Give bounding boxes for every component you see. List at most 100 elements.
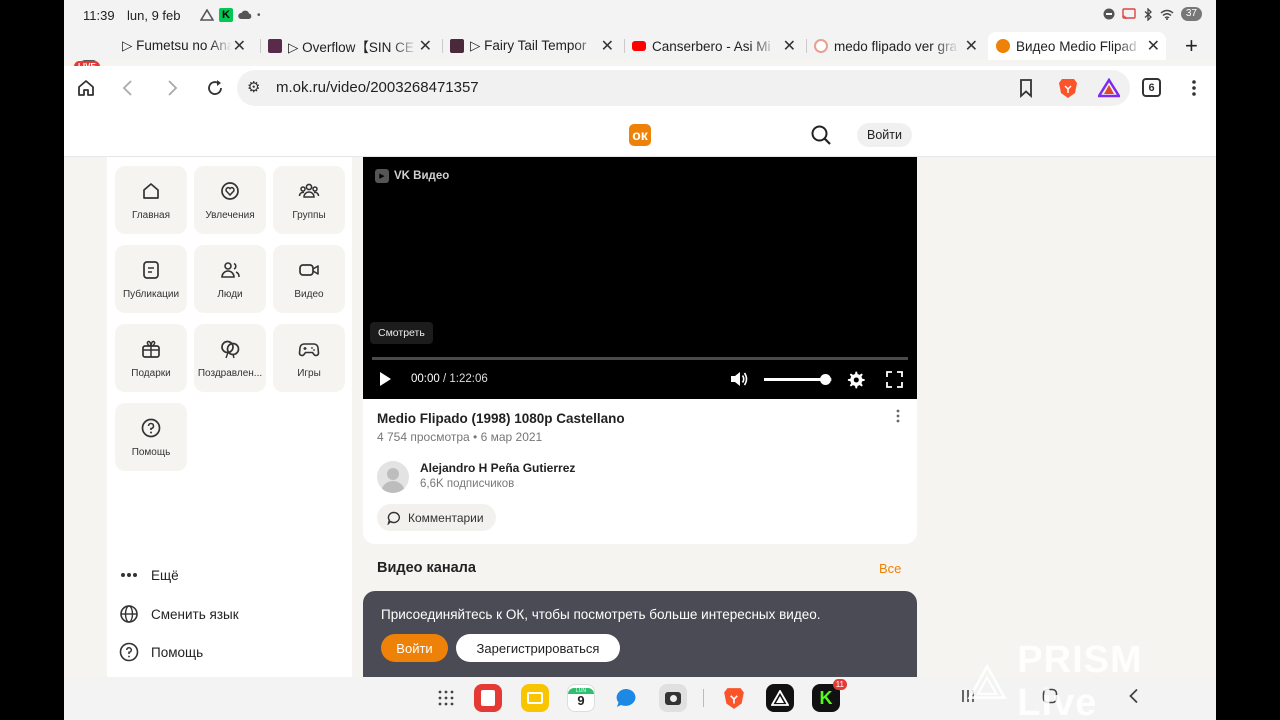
url-text[interactable]: m.ok.ru/video/2003268471357 — [276, 79, 479, 96]
calendar-app-icon[interactable]: LUN 9 — [567, 684, 595, 712]
nav-tile-publications[interactable]: Публикации — [115, 245, 187, 313]
nav-tile-label: Публикации — [122, 289, 180, 300]
video-player[interactable]: ▶ VK Видео Смотреть 00:00 / 1:22:06 — [363, 157, 917, 399]
volume-knob[interactable] — [820, 374, 832, 385]
settings-gear-icon[interactable] — [846, 370, 865, 389]
nav-tile-home[interactable]: Главная — [115, 166, 187, 234]
tab-divider — [260, 39, 261, 53]
progress-bar[interactable] — [372, 357, 908, 360]
tab-title: Canserbero - Asi Mi — [652, 38, 771, 54]
bookmark-button[interactable] — [1014, 76, 1038, 100]
nav-tile-gifts[interactable]: Подарки — [115, 324, 187, 392]
tab-overflow[interactable]: ▷ Overflow【SIN CE ✕ — [268, 32, 438, 60]
close-tab-icon[interactable]: ✕ — [965, 36, 978, 56]
close-tab-icon[interactable]: ✕ — [233, 36, 246, 56]
brave-lion-icon — [1059, 79, 1077, 98]
brave-rewards-button[interactable] — [1097, 76, 1121, 100]
video-title: Medio Flipado (1998) 1080p Castellano — [377, 411, 625, 426]
nav-tile-label: Игры — [297, 368, 321, 379]
nav-tile-label: Помощь — [131, 447, 171, 458]
nav-tile-hobbies[interactable]: Увлечения — [194, 166, 266, 234]
search-icon[interactable] — [810, 124, 832, 146]
tab-canserbero[interactable]: Canserbero - Asi Mi ✕ — [632, 32, 802, 60]
all-videos-link[interactable]: Все — [879, 561, 901, 576]
ok-logo[interactable]: ок — [629, 124, 651, 146]
author-avatar[interactable] — [377, 461, 409, 493]
ok-favicon-icon — [996, 39, 1010, 53]
more-vertical-icon[interactable] — [896, 409, 900, 423]
nav-help-link[interactable]: Помощь — [118, 641, 203, 663]
nav-more-link[interactable]: Ещё — [118, 564, 179, 586]
close-tab-icon[interactable]: ✕ — [419, 36, 432, 56]
tab-ok-video[interactable]: Видео Medio Flipad ✕ — [988, 32, 1166, 60]
nav-tile-label: Видео — [294, 289, 324, 300]
play-icon[interactable] — [377, 370, 393, 388]
tab-title: ▷ Fairy Tail Tempor — [470, 38, 587, 53]
brave-app-icon[interactable] — [720, 684, 748, 712]
join-text: Присоединяйтесь к ОК, чтобы посмотреть б… — [381, 607, 821, 622]
author-name[interactable]: Alejandro H Peña Gutierrez — [420, 461, 575, 475]
messages-app-icon[interactable] — [613, 684, 641, 712]
home-button[interactable] — [74, 76, 98, 100]
menu-button[interactable] — [1182, 76, 1206, 100]
back-arrow-icon — [122, 80, 132, 96]
tab-fumetsu[interactable]: ▷ Fumetsu no Anat ✕ — [122, 32, 252, 60]
tab-favicon — [268, 39, 282, 53]
tab-medo-flipado-search[interactable]: medo flipado ver gra ✕ — [814, 32, 984, 60]
prism-live-text: PRISM Live — [1017, 639, 1143, 720]
nav-more-label: Ещё — [151, 567, 179, 583]
tab-title: ▷ Overflow【SIN CE — [288, 40, 414, 55]
forward-arrow-icon — [168, 80, 178, 96]
address-bar[interactable]: ⚙ m.ok.ru/video/2003268471357 — [237, 70, 1130, 106]
kick-app-icon[interactable]: K 11 — [812, 679, 847, 712]
site-settings-icon[interactable]: ⚙ — [247, 78, 260, 96]
app-drawer-icon[interactable] — [432, 684, 460, 712]
nav-tile-label: Увлечения — [205, 210, 255, 221]
tab-title: medo flipado ver gra — [834, 38, 958, 54]
video-info-card: Medio Flipado (1998) 1080p Castellano 4 … — [363, 399, 917, 544]
comments-button[interactable]: Комментарии — [377, 504, 496, 531]
nav-tile-congratulations[interactable]: Поздравлен... — [194, 324, 266, 392]
nav-tile-groups[interactable]: Группы — [273, 166, 345, 234]
join-register-button[interactable]: Зарегистрироваться — [456, 634, 620, 662]
header-login-button[interactable]: Войти — [857, 123, 912, 147]
forward-button[interactable] — [160, 76, 184, 100]
camera-app-icon[interactable] — [659, 684, 687, 712]
nav-tile-help[interactable]: Помощь — [115, 403, 187, 471]
people-icon — [221, 262, 240, 278]
close-tab-icon[interactable]: ✕ — [601, 36, 614, 56]
tab-favicon — [450, 39, 464, 53]
volume-slider[interactable] — [764, 374, 832, 385]
cast-icon — [1122, 8, 1136, 20]
nav-tile-people[interactable]: Люди — [194, 245, 266, 313]
gift-icon — [142, 340, 160, 358]
notes-app-icon[interactable] — [474, 684, 502, 712]
brave-shields-button[interactable] — [1056, 76, 1080, 100]
tab-switcher-button[interactable]: 6 — [1142, 78, 1161, 97]
reload-button[interactable] — [203, 76, 227, 100]
nav-tile-video[interactable]: Видео — [273, 245, 345, 313]
close-tab-icon[interactable]: ✕ — [1147, 36, 1160, 56]
volume-icon[interactable] — [729, 370, 749, 388]
calendar-day: 9 — [577, 693, 585, 708]
site-header: ок Войти — [64, 110, 1216, 157]
more-notifications-dot: • — [257, 9, 261, 21]
nav-tile-label: Люди — [217, 289, 243, 300]
home-icon — [143, 183, 159, 199]
prism-live-watermark: PRISM Live — [967, 639, 1216, 720]
prism-app-icon[interactable] — [766, 684, 794, 712]
nav-change-language-link[interactable]: Сменить язык — [118, 603, 239, 625]
join-login-button[interactable]: Войти — [381, 634, 448, 662]
new-tab-button[interactable]: + — [1185, 33, 1198, 59]
close-tab-icon[interactable]: ✕ — [783, 36, 796, 56]
back-button[interactable] — [116, 76, 140, 100]
left-navigation: Главная Увлечения Группы Публикации Люди… — [107, 157, 352, 677]
files-app-icon[interactable] — [521, 684, 549, 712]
play-tooltip: Смотреть — [370, 322, 433, 344]
fullscreen-icon[interactable] — [886, 371, 903, 388]
video-camera-icon — [299, 264, 319, 276]
tab-fairy-tail[interactable]: ▷ Fairy Tail Tempor ✕ — [450, 32, 620, 60]
rewards-triangle-icon — [1098, 78, 1120, 98]
nav-tile-games[interactable]: Игры — [273, 324, 345, 392]
screen: 11:39 lun, 9 feb K • 37 LIVE ▷ Fumetsu n… — [64, 0, 1216, 720]
